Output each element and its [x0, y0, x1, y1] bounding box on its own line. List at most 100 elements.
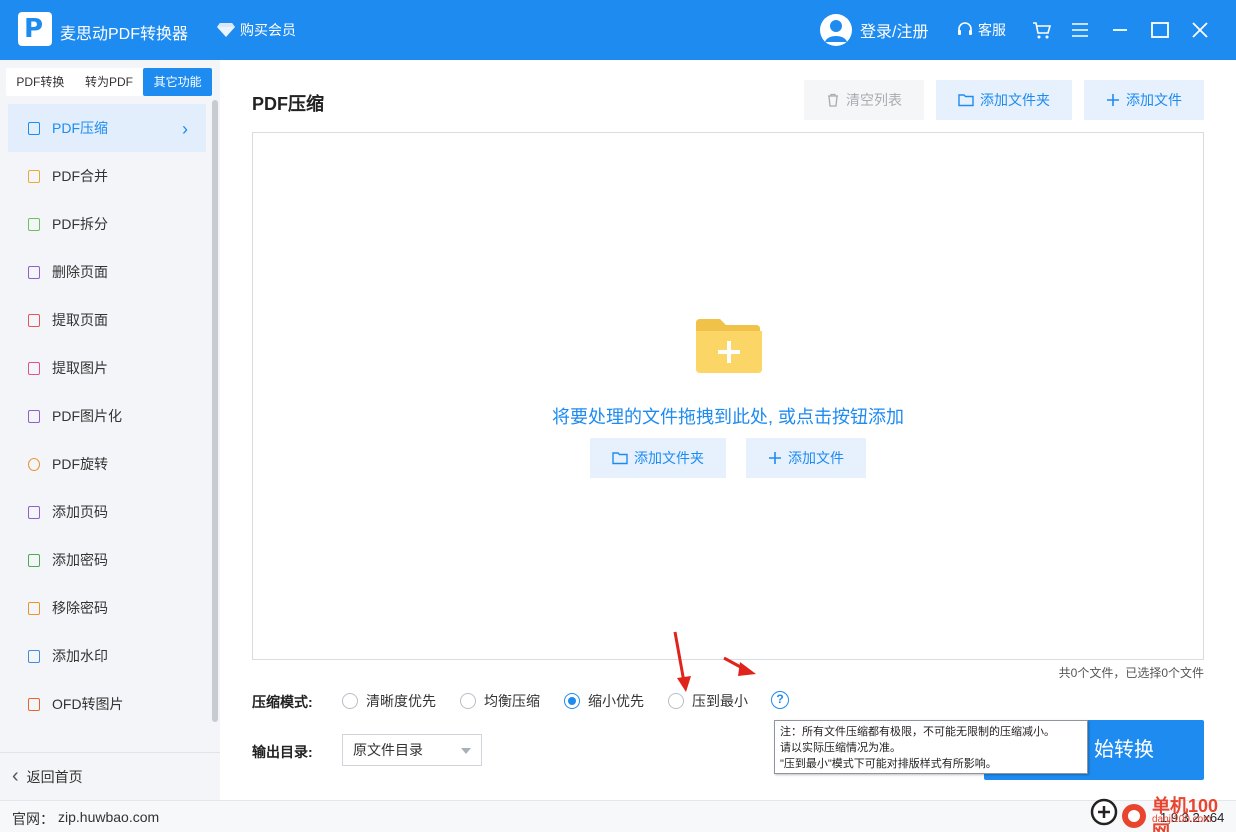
tab-other-functions[interactable]: 其它功能 [143, 68, 213, 96]
trash-icon [828, 93, 838, 107]
compress-mode-label: 压缩模式: [252, 694, 313, 710]
merge-icon [28, 169, 40, 183]
radio-circle [460, 693, 476, 709]
service-label: 客服 [978, 22, 1006, 38]
menu-icon[interactable] [1068, 18, 1092, 42]
mode-clarity-first[interactable]: 清晰度优先 [342, 691, 436, 711]
maximize-icon[interactable] [1148, 18, 1172, 42]
login-button[interactable]: 登录/注册 [820, 14, 928, 46]
output-dir-value: 原文件目录 [353, 742, 423, 758]
radio-circle-selected [564, 693, 580, 709]
add-folder-icon [696, 319, 762, 373]
radio-label: 缩小优先 [588, 693, 644, 709]
split-icon [28, 217, 40, 231]
minimize-icon[interactable] [1108, 18, 1132, 42]
sidebar-scrollbar[interactable] [212, 100, 218, 722]
plus-icon [1107, 94, 1119, 106]
app-logo-icon: P [18, 12, 52, 46]
ofd-icon [28, 697, 40, 711]
sidebar-item-label: 移除密码 [52, 600, 108, 616]
category-tabs: PDF转换 转为PDF 其它功能 [6, 68, 213, 96]
tooltip-line: "压到最小"模式下可能对排版样式有所影响。 [780, 758, 997, 770]
sidebar-item-label: PDF图片化 [52, 408, 122, 424]
image-icon [28, 409, 40, 423]
unlock-icon [28, 601, 40, 615]
sidebar-item-label: 提取页面 [52, 312, 108, 328]
site-url[interactable]: zip.huwbao.com [58, 809, 159, 825]
extract-page-icon [28, 313, 40, 327]
close-icon[interactable] [1188, 18, 1212, 42]
sidebar-item-pdf-compress[interactable]: PDF压缩 › [8, 104, 206, 152]
sidebar-item-label: 添加水印 [52, 648, 108, 664]
dropzone-add-folder-button[interactable]: 添加文件夹 [590, 438, 726, 478]
file-count: 共0个文件，已选择0个文件 [1058, 666, 1204, 680]
lock-icon [28, 553, 40, 567]
sidebar-item-pdf-to-image[interactable]: PDF图片化 [8, 392, 206, 440]
start-convert-label: 始转换 [1094, 739, 1154, 761]
add-file-label: 添加文件 [1126, 92, 1182, 108]
mode-balanced[interactable]: 均衡压缩 [460, 691, 540, 711]
customer-service-button[interactable]: 客服 [956, 20, 1006, 40]
login-label: 登录/注册 [860, 24, 929, 41]
sidebar-item-add-page-numbers[interactable]: 添加页码 [8, 488, 206, 536]
tooltip-line: 注：所有文件压缩都有极限，不可能无限制的压缩减小。 [780, 726, 1055, 738]
sidebar-item-label: OFD转图片 [52, 696, 124, 712]
add-folder-label: 添加文件夹 [980, 92, 1050, 108]
radio-circle [342, 693, 358, 709]
sidebar-item-add-watermark[interactable]: 添加水印 [8, 632, 206, 680]
compress-tooltip: 注：所有文件压缩都有极限，不可能无限制的压缩减小。 请以实际压缩情况为准。 "压… [774, 720, 1088, 774]
sidebar-item-pdf-rotate[interactable]: PDF旋转 [8, 440, 206, 488]
chevron-right-icon: › [182, 119, 188, 139]
sidebar-item-label: PDF合并 [52, 168, 108, 184]
tab-pdf-convert[interactable]: PDF转换 [6, 68, 75, 96]
avatar [820, 14, 852, 46]
chevron-left-icon: ‹ [12, 765, 19, 787]
sidebar-item-pdf-split[interactable]: PDF拆分 [8, 200, 206, 248]
status-bar: 官网： zip.huwbao.com 1.9.3.2.x64 [0, 800, 1236, 832]
sidebar-item-extract-pages[interactable]: 提取页面 [8, 296, 206, 344]
sidebar-nav: PDF压缩 › PDF合并 PDF拆分 删除页面 提取页面 提取图片 PDF图片… [8, 104, 206, 728]
site-label: 官网： [12, 811, 54, 827]
sidebar-item-label: 添加密码 [52, 552, 108, 568]
folder-icon [958, 94, 974, 107]
watermark-name: 单机100网 [1152, 796, 1219, 832]
sidebar-item-ofd-to-image[interactable]: OFD转图片 [8, 680, 206, 728]
watermark-logo-icon [1090, 798, 1146, 828]
buy-vip-button[interactable]: 购买会员 [216, 20, 296, 40]
add-folder-label: 添加文件夹 [634, 450, 704, 466]
sidebar-item-label: PDF拆分 [52, 216, 108, 232]
add-folder-button[interactable]: 添加文件夹 [936, 80, 1072, 120]
watermark-url: danji100.com [1152, 814, 1212, 825]
cart-icon[interactable] [1030, 18, 1054, 42]
title-bar: P 麦思动PDF转换器 购买会员 登录/注册 客服 [0, 0, 1236, 60]
drop-hint: 将要处理的文件拖拽到此处, 或点击按钮添加 [552, 407, 904, 427]
add-file-button[interactable]: 添加文件 [1084, 80, 1204, 120]
output-dir-select[interactable]: 原文件目录 [342, 734, 482, 766]
watermark-icon [28, 649, 40, 663]
sidebar-item-pdf-merge[interactable]: PDF合并 [8, 152, 206, 200]
mode-size-first[interactable]: 缩小优先 [564, 691, 644, 711]
sidebar: PDF转换 转为PDF 其它功能 PDF压缩 › PDF合并 PDF拆分 删除页… [0, 60, 220, 800]
sidebar-item-label: PDF压缩 [52, 120, 108, 136]
sidebar-item-label: PDF旋转 [52, 456, 108, 472]
clear-list-button[interactable]: 清空列表 [804, 80, 924, 120]
file-drop-zone[interactable]: 将要处理的文件拖拽到此处, 或点击按钮添加 添加文件夹 添加文件 [252, 132, 1204, 660]
sidebar-item-delete-pages[interactable]: 删除页面 [8, 248, 206, 296]
sidebar-item-label: 提取图片 [52, 360, 108, 376]
sidebar-item-remove-password[interactable]: 移除密码 [8, 584, 206, 632]
dropzone-add-file-button[interactable]: 添加文件 [746, 438, 866, 478]
add-file-label: 添加文件 [788, 450, 844, 466]
plus-icon [769, 452, 781, 464]
back-home-button[interactable]: ‹ 返回首页 [0, 752, 220, 800]
annotation-arrows [673, 631, 756, 692]
folder-icon [612, 452, 628, 465]
sidebar-item-extract-images[interactable]: 提取图片 [8, 344, 206, 392]
sidebar-item-add-password[interactable]: 添加密码 [8, 536, 206, 584]
compress-icon [28, 121, 40, 135]
extract-image-icon [28, 361, 40, 375]
page-title: PDF压缩 [252, 94, 324, 114]
app-title: 麦思动PDF转换器 [60, 26, 189, 43]
sidebar-item-label: 添加页码 [52, 504, 108, 520]
help-icon[interactable]: ? [771, 691, 789, 709]
tab-to-pdf[interactable]: 转为PDF [75, 68, 144, 96]
